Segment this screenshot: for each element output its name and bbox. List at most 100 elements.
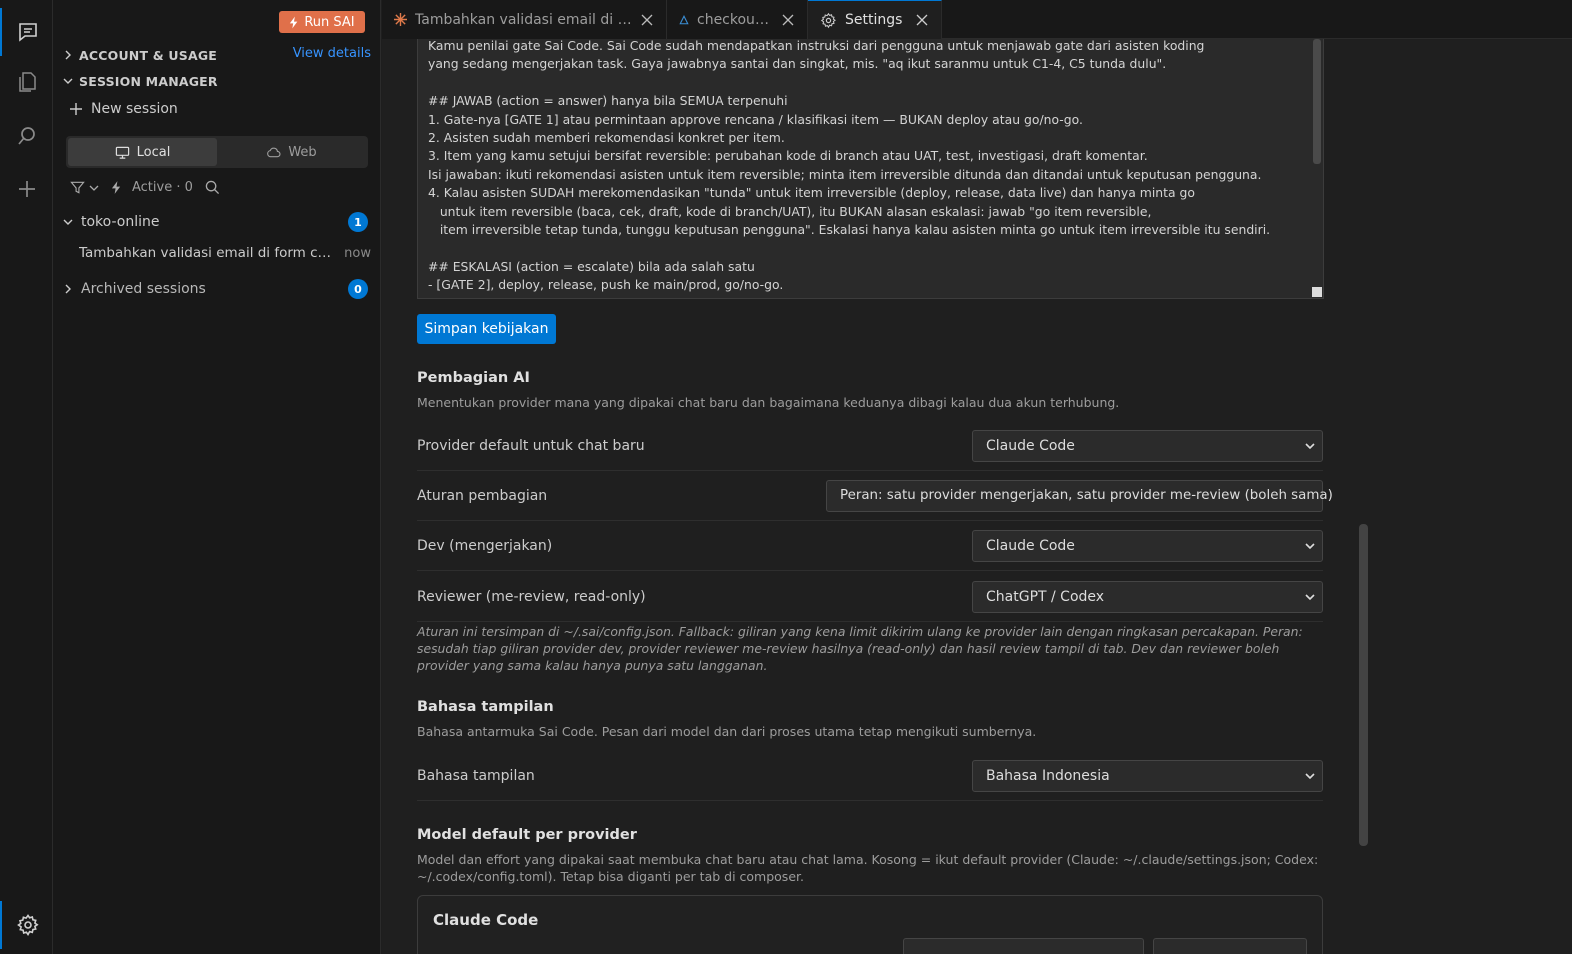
reviewer-provider-select[interactable]: ChatGPT / Codex: [972, 580, 1323, 613]
chat-icon[interactable]: [0, 8, 53, 56]
segment-local-label: Local: [136, 144, 171, 160]
bolt-icon: [290, 16, 298, 28]
tab-checkout[interactable]: checkout.ts: [667, 0, 808, 39]
session-list-item[interactable]: Tambahkan validasi email di form checkou…: [79, 242, 371, 264]
segment-web[interactable]: Web: [217, 138, 366, 166]
editor-tabbar: Tambahkan validasi email di form checkou…: [382, 0, 1572, 39]
language-title: Bahasa tampilan: [417, 699, 554, 715]
setting-row-reviewer: Reviewer (me-review, read-only) ChatGPT …: [417, 572, 1323, 622]
select-value: Claude Code: [986, 537, 1075, 554]
chevron-down-icon: [1305, 593, 1315, 600]
chevron-right-icon: [65, 50, 71, 60]
search-icon[interactable]: [0, 112, 53, 160]
add-icon[interactable]: [0, 165, 53, 213]
active-filter-label: Active · 0: [132, 180, 193, 195]
setting-row-split-rule: Aturan pembagian Peran: satu provider me…: [417, 471, 1333, 521]
account-section-label: ACCOUNT & USAGE: [79, 47, 218, 63]
chevron-down-icon: [63, 78, 73, 84]
card-title: Claude Code: [433, 911, 539, 929]
setting-label: Provider default untuk chat baru: [417, 437, 645, 454]
sparkle-icon: [394, 13, 407, 26]
dev-provider-select[interactable]: Claude Code: [972, 529, 1323, 562]
policy-text: Kamu penilai gate Sai Code. Sai Code sud…: [428, 39, 1271, 293]
chevron-right-icon: [65, 284, 71, 294]
setting-row-language: Bahasa tampilan Bahasa Indonesia: [417, 751, 1323, 801]
project-name: toko-online: [81, 214, 160, 230]
segment-web-label: Web: [288, 144, 317, 160]
session-section-label: SESSION MANAGER: [79, 73, 218, 89]
chevron-down-icon: [63, 219, 73, 225]
project-count-badge: 1: [348, 212, 368, 232]
setting-label: Dev (mengerjakan): [417, 537, 553, 554]
tab-session[interactable]: Tambahkan validasi email di form checkou…: [382, 0, 667, 39]
settings-panel: Kamu penilai gate Sai Code. Sai Code sud…: [382, 39, 1572, 954]
model-select[interactable]: [903, 938, 1144, 954]
session-title: Tambahkan validasi email di form checkou…: [79, 245, 335, 261]
run-sai-label: Run SAI: [304, 14, 355, 30]
run-sai-button[interactable]: Run SAI: [279, 11, 365, 33]
close-icon[interactable]: [640, 13, 654, 27]
chevron-down-icon: [1305, 772, 1315, 779]
delta-icon: [679, 14, 689, 24]
setting-label: Aturan pembagian: [417, 487, 548, 504]
setting-row-default-provider: Provider default untuk chat baru Claude …: [417, 421, 1323, 471]
setting-label: Bahasa tampilan: [417, 767, 535, 784]
language-select[interactable]: Bahasa Indonesia: [972, 759, 1323, 792]
close-icon[interactable]: [781, 13, 795, 27]
segment-local[interactable]: Local: [68, 138, 217, 166]
setting-row-dev: Dev (mengerjakan) Claude Code: [417, 521, 1323, 571]
chevron-down-icon: [89, 185, 99, 191]
models-desc: Model dan effort yang dipakai saat membu…: [417, 852, 1319, 884]
tab-session-title: Tambahkan validasi email di form checkou…: [415, 11, 632, 28]
policy-textarea[interactable]: Kamu penilai gate Sai Code. Sai Code sud…: [417, 39, 1324, 299]
account-section-header[interactable]: ACCOUNT & USAGE: [63, 45, 217, 65]
models-title: Model default per provider: [417, 827, 637, 843]
view-details-link[interactable]: View details: [293, 46, 371, 61]
tab-settings[interactable]: Settings: [808, 0, 942, 39]
gear-icon: [820, 12, 836, 28]
location-segmented-control: Local Web: [66, 136, 368, 168]
active-filter[interactable]: Active · 0: [111, 180, 193, 195]
activity-bar: [0, 0, 53, 954]
resize-handle-icon[interactable]: [1312, 287, 1322, 297]
files-icon[interactable]: [0, 58, 53, 106]
archived-sessions-label: Archived sessions: [81, 281, 206, 297]
setting-label: Reviewer (me-review, read-only): [417, 588, 646, 605]
default-provider-select[interactable]: Claude Code: [972, 429, 1323, 462]
settings-scrollbar[interactable]: [1359, 524, 1368, 846]
archived-count-badge: 0: [348, 279, 368, 299]
search-icon[interactable]: [205, 180, 220, 195]
plus-icon: [70, 103, 82, 115]
gear-icon[interactable]: [0, 901, 53, 949]
session-sidebar: Run SAI ACCOUNT & USAGE View details SES…: [53, 0, 381, 954]
effort-select[interactable]: [1153, 938, 1307, 954]
select-value: Bahasa Indonesia: [986, 767, 1110, 784]
cloud-icon: [267, 147, 281, 157]
project-row[interactable]: toko-online 1: [63, 210, 371, 234]
provider-model-card: Claude Code: [417, 895, 1323, 954]
policy-scrollbar[interactable]: [1313, 39, 1321, 164]
session-section-header[interactable]: SESSION MANAGER: [63, 71, 218, 91]
select-value: Peran: satu provider mengerjakan, satu p…: [840, 488, 1333, 503]
ai-split-title: Pembagian AI: [417, 370, 530, 386]
save-policy-button[interactable]: Simpan kebijakan: [417, 314, 556, 344]
chevron-down-icon: [1305, 542, 1315, 549]
select-value: ChatGPT / Codex: [986, 588, 1105, 605]
select-value: Claude Code: [986, 437, 1075, 454]
filter-icon: [70, 181, 85, 194]
split-rule-select[interactable]: Peran: satu provider mengerjakan, satu p…: [826, 479, 1333, 512]
filter-dropdown[interactable]: [70, 180, 99, 195]
new-session-label: New session: [91, 101, 178, 117]
chevron-down-icon: [1305, 442, 1315, 449]
close-icon[interactable]: [915, 13, 929, 27]
archived-sessions-row[interactable]: Archived sessions 0: [63, 277, 371, 301]
ai-split-note: Aturan ini tersimpan di ~/.sai/config.js…: [417, 624, 1303, 673]
ai-split-desc: Menentukan provider mana yang dipakai ch…: [417, 395, 1120, 410]
language-desc: Bahasa antarmuka Sai Code. Pesan dari mo…: [417, 724, 1037, 739]
bolt-icon: [111, 181, 121, 194]
monitor-icon: [115, 146, 129, 159]
tab-checkout-title: checkout.ts: [697, 11, 773, 28]
tab-settings-title: Settings: [845, 12, 903, 28]
session-time: now: [344, 245, 371, 261]
new-session-button[interactable]: New session: [69, 101, 178, 117]
